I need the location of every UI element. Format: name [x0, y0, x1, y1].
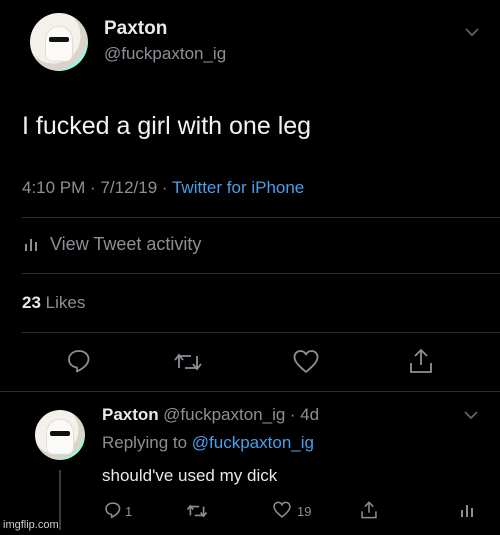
- meta-separator: ·: [289, 405, 301, 424]
- share-icon[interactable]: [360, 500, 378, 520]
- likes-summary[interactable]: 23 Likes: [22, 293, 85, 313]
- avatar-glasses: [49, 37, 69, 43]
- replying-to-link[interactable]: @fuckpaxton_ig: [192, 433, 314, 452]
- heart-icon[interactable]: [292, 349, 320, 375]
- replying-prefix: Replying to: [102, 433, 188, 452]
- likes-count: 23: [22, 293, 41, 312]
- tweet-source-link[interactable]: Twitter for iPhone: [172, 178, 304, 197]
- imgflip-watermark: imgflip.com: [3, 519, 59, 531]
- meta-separator: ·: [90, 178, 101, 197]
- reply-icon[interactable]: [104, 501, 122, 519]
- divider: [22, 332, 500, 333]
- author-name[interactable]: Paxton: [104, 18, 167, 40]
- author-handle[interactable]: @fuckpaxton_ig: [104, 44, 226, 64]
- avatar-glasses: [50, 431, 70, 436]
- chevron-down-icon[interactable]: [463, 410, 479, 420]
- stats-icon: [24, 236, 38, 252]
- chevron-down-icon[interactable]: [464, 27, 480, 37]
- tweet-meta: 4:10 PM · 7/12/19 · Twitter for iPhone: [22, 178, 304, 198]
- reply-avatar[interactable]: [35, 410, 85, 460]
- like-count: 19: [297, 504, 312, 519]
- divider: [22, 217, 500, 218]
- reply-header: Paxton @fuckpaxton_ig · 4d: [102, 405, 319, 425]
- divider: [0, 391, 500, 392]
- share-icon[interactable]: [408, 347, 434, 375]
- reply-icon[interactable]: [66, 348, 92, 374]
- view-tweet-activity-link[interactable]: View Tweet activity: [50, 234, 201, 255]
- tweet-time: 4:10 PM: [22, 178, 86, 197]
- meta-separator: ·: [161, 178, 172, 197]
- likes-label: Likes: [45, 293, 86, 312]
- avatar[interactable]: [30, 13, 88, 71]
- stats-icon[interactable]: [460, 502, 474, 518]
- reply-author-name[interactable]: Paxton: [102, 405, 159, 424]
- avatar-figure: [47, 419, 73, 454]
- tweet-date: 7/12/19: [100, 178, 158, 197]
- reply-author-handle[interactable]: @fuckpaxton_ig: [163, 405, 285, 424]
- thread-line: [59, 470, 61, 530]
- replying-to: Replying to @fuckpaxton_ig: [102, 433, 314, 453]
- reply-count: 1: [125, 504, 133, 519]
- divider: [22, 273, 500, 274]
- reply-age: 4d: [300, 405, 320, 424]
- retweet-icon[interactable]: [173, 350, 203, 374]
- reply-text: should've used my dick: [102, 466, 278, 485]
- avatar-figure: [46, 26, 72, 61]
- retweet-icon[interactable]: [186, 502, 208, 520]
- tweet-text: I fucked a girl with one leg: [22, 112, 312, 140]
- heart-icon[interactable]: [272, 501, 292, 519]
